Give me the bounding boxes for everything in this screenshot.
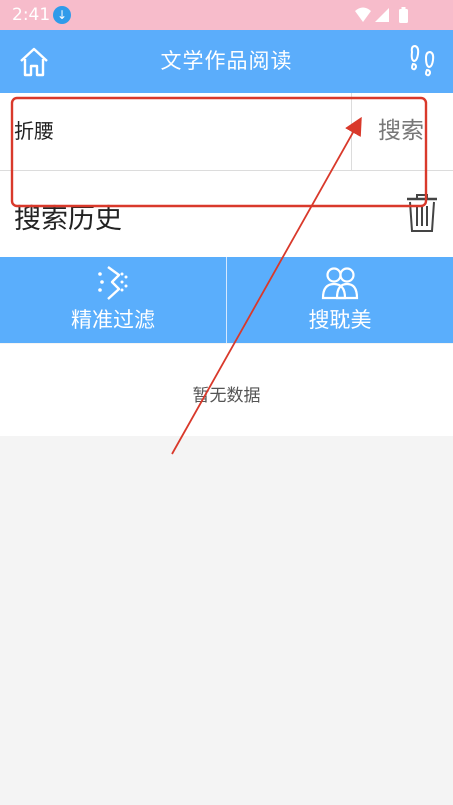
app-bar: 文学作品阅读 bbox=[0, 30, 453, 93]
filter-icon bbox=[98, 266, 128, 300]
page-title: 文学作品阅读 bbox=[160, 49, 293, 73]
footprints-icon[interactable] bbox=[407, 44, 437, 78]
tab-search-danmei-label: 搜耽美 bbox=[308, 308, 372, 332]
download-icon: ↓ bbox=[53, 6, 71, 24]
system-status-icons bbox=[355, 7, 408, 23]
search-input[interactable]: 折腰 bbox=[14, 93, 54, 170]
search-bar: 折腰 搜索 bbox=[0, 93, 453, 171]
users-icon bbox=[321, 267, 359, 300]
search-button[interactable]: 搜索 bbox=[352, 93, 453, 170]
status-bar: 2:41 ↓ bbox=[0, 0, 453, 30]
tab-precise-filter-label: 精准过滤 bbox=[71, 308, 155, 332]
tab-search-danmei[interactable]: 搜耽美 bbox=[227, 257, 453, 343]
status-time: 2:41 bbox=[12, 5, 51, 25]
search-history-header: 搜索历史 bbox=[0, 171, 453, 257]
filter-tab-bar: 精准过滤 搜耽美 bbox=[0, 257, 453, 343]
empty-state: 暂无数据 bbox=[0, 344, 453, 436]
empty-state-text: 暂无数据 bbox=[192, 386, 261, 406]
tab-precise-filter[interactable]: 精准过滤 bbox=[0, 257, 226, 343]
trash-icon[interactable] bbox=[405, 193, 439, 233]
search-history-title: 搜索历史 bbox=[14, 204, 122, 235]
